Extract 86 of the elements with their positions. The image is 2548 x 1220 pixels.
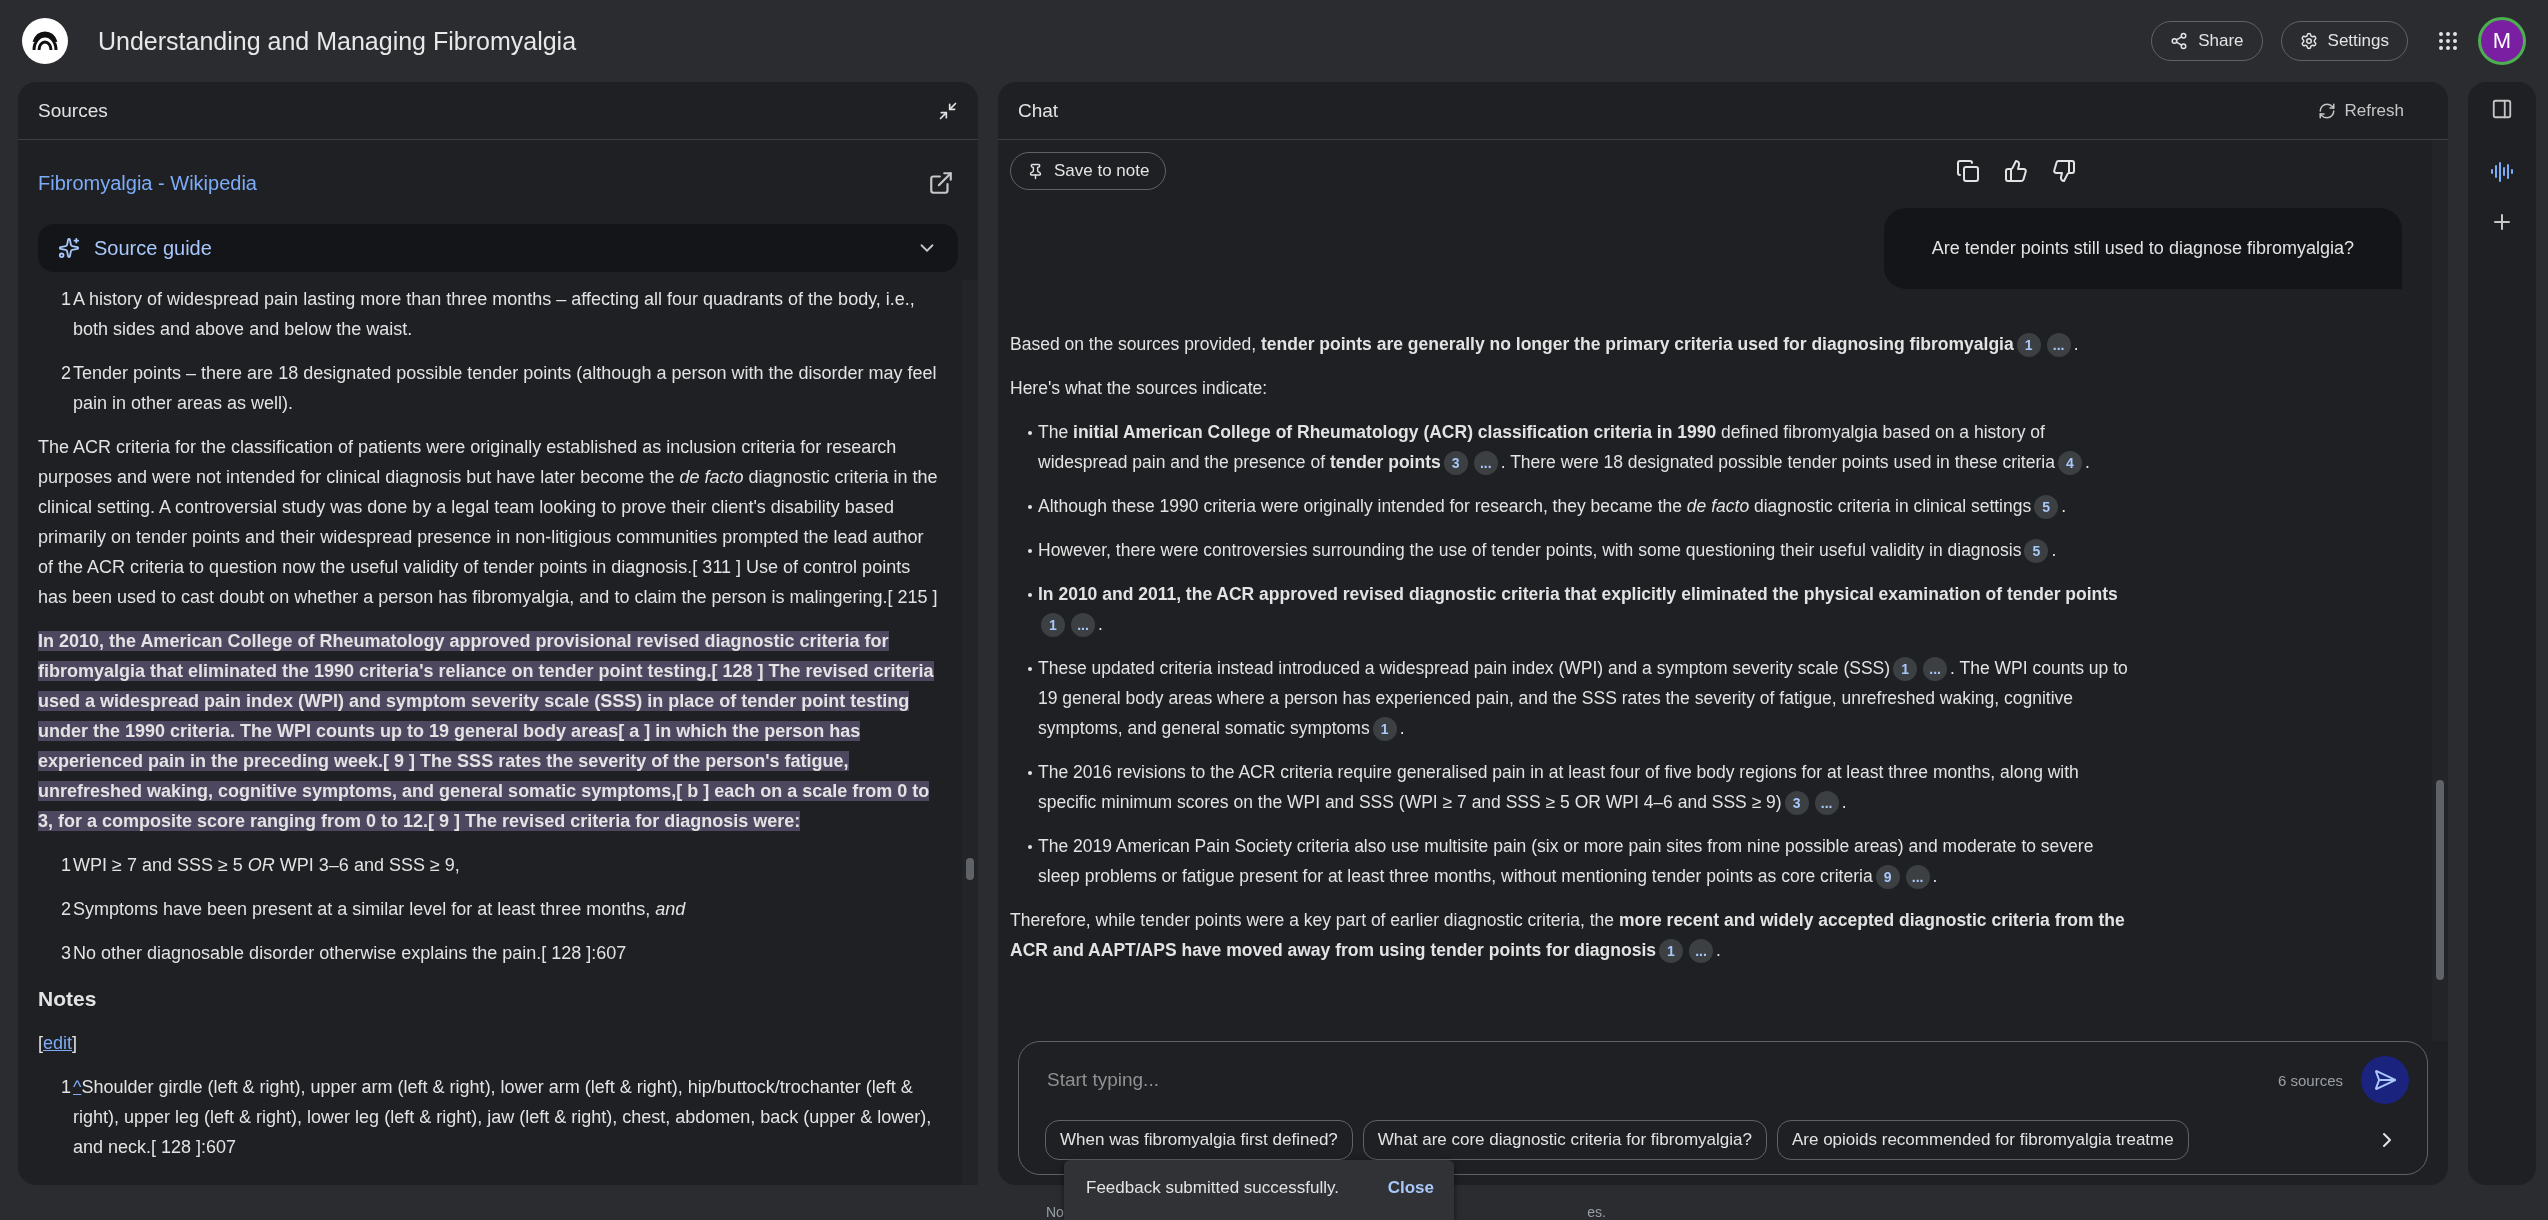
gear-icon	[2299, 32, 2318, 50]
list-number: 1	[60, 1076, 71, 1099]
list-item-text: WPI ≥ 7 and SSS ≥ 5 OR WPI 3–6 and SSS ≥ 9,	[73, 854, 460, 877]
note-text: ^Shoulder girdle (left & right), upper arm (left & right), lower arm (left & right), hip/buttock/trochanter (left & right), upper leg (left & right), lower leg (left & right), jaw (left & right), chest, abdomen, back (upper & lower), and neck.[ 128 ]:607	[73, 1076, 933, 1159]
share-icon	[2170, 32, 2189, 50]
panel-toggle-icon[interactable]	[2491, 98, 2513, 120]
answer-paragraph: Here's what the sources indicate:	[1010, 377, 1269, 400]
chat-input[interactable]: Start typing...	[1045, 1068, 2260, 1092]
citation-chip[interactable]: 1	[1372, 717, 1397, 742]
highlighted-paragraph: In 2010, the American College of Rheumatology approved provisional revised diagnostic criteria for fibromyalgia that eliminated the 1990 criteria's reliance on tender point testing.[ 128 ] The revised criteria used a widespread pain index (WPI) and symptom severity scale (SSS) in place of tender point testing under the 1990 criteria. The WPI counts up to 19 general body areas[ a ] in which the person has experienced pain in the preceding week.[ 9 ] The SSS rates the severity of the person's fatigue, unrefreshed waking, cognitive symptoms, and general somatic symptoms,[ b ] each on a scale from 0 to 3, for a composite score ranging from 0 to 12.[ 9 ] The revised criteria for diagnosis were:	[38, 630, 935, 833]
list-item-text: Tender points – there are 18 designated possible tender points (although a person with the disorder may feel pain in other areas as well).	[73, 362, 938, 415]
answer-paragraph: Therefore, while tender points were a key part of earlier diagnostic criteria, the more recent and widely accepted diagnostic criteria from the ACR and AAPT/APS have moved away from using tender points for diagnosis 1 ... .	[1010, 905, 2130, 965]
bullet-icon	[1028, 505, 1032, 509]
answer-paragraph: Although these 1990 criteria were originally intended for research, they became the de facto diagnostic criteria in clinical settings 5 .	[1038, 491, 2067, 521]
notebook-title: Understanding and Managing Fibromyalgia	[98, 26, 578, 56]
source-count: 6 sources	[2277, 1071, 2343, 1089]
apps-grid-icon[interactable]	[2436, 29, 2460, 53]
citation-chip[interactable]: ...	[1905, 865, 1930, 890]
bullet-icon	[1028, 845, 1032, 849]
source-link[interactable]: Fibromyalgia - Wikipedia	[38, 171, 257, 195]
logo-icon[interactable]	[22, 18, 68, 64]
collapse-icon[interactable]	[938, 100, 958, 121]
close-button[interactable]: Close	[1387, 1178, 1434, 1198]
citation-chip[interactable]: 4	[2057, 451, 2082, 476]
citation-chip[interactable]: 3	[1443, 451, 1468, 476]
list-number: 2	[60, 898, 71, 921]
list-number: 1	[60, 854, 71, 877]
audio-wave-icon[interactable]	[2490, 160, 2514, 184]
edit-line: [edit]	[38, 1032, 79, 1055]
pin-icon	[1027, 162, 1044, 180]
send-icon	[2373, 1068, 2397, 1092]
list-number: 2	[60, 362, 71, 385]
panel-title: Sources	[38, 99, 108, 122]
panel-title: Chat	[1018, 99, 1059, 122]
citation-chip[interactable]: ...	[1473, 451, 1498, 476]
bullet-icon	[1028, 667, 1032, 671]
send-button[interactable]	[2361, 1056, 2409, 1104]
sparkle-icon	[58, 237, 80, 259]
avatar[interactable]: M	[2478, 17, 2526, 65]
user-message: Are tender points still used to diagnose fibromyalgia?	[1883, 208, 2402, 289]
list-item-text: A history of widespread pain lasting more than three months – affecting all four quadrants of the body, i.e., both sides and above and below the waist.	[73, 288, 916, 341]
citation-chip[interactable]: 3	[1784, 791, 1809, 816]
answer-paragraph: Based on the sources provided, tender points are generally no longer the primary criteria used for diagnosing fibromyalgia 1 ... .	[1010, 329, 2130, 359]
answer-paragraph: In 2010 and 2011, the ACR approved revised diagnostic criteria that explicitly eliminated the physical examination of tender points 1 ... .	[1038, 579, 2130, 639]
list-number: 3	[60, 942, 71, 965]
citation-chip[interactable]: ...	[1689, 939, 1713, 964]
copy-icon[interactable]	[1956, 159, 1981, 183]
citation-chip[interactable]: ...	[1814, 791, 1839, 816]
citation-chip[interactable]: ...	[1071, 613, 1095, 638]
bullet-icon	[1028, 549, 1032, 553]
citation-chip[interactable]: 5	[2034, 495, 2059, 520]
footer-text: No	[1046, 1204, 1064, 1220]
refresh-icon	[2318, 101, 2337, 120]
bullet-icon	[1028, 771, 1032, 775]
list-item-text: No other diagnosable disorder otherwise explains the pain.[ 128 ]:607	[73, 942, 627, 965]
toast-message: Feedback submitted successfully.	[1086, 1178, 1339, 1198]
bullet-icon	[1028, 431, 1032, 435]
bullet-icon	[1028, 593, 1032, 597]
answer-paragraph: However, there were controversies surrounding the use of tender points, with some questioning their useful validity in diagnosis 5 .	[1038, 535, 2057, 565]
paragraph: The ACR criteria for the classification of patients were originally established as inclusion criteria for research purposes and were not intended for clinical diagnosis but have later become the de facto diagnostic criteria in the clinical setting. A controversial study was done by a legal team looking to prove their client's disability based primarily on tender points and their widespread presence in non-litigious communities prompted the lead author of the ACR criteria to question now the useful validity of tender points in diagnosis.[ 311 ] Use of control points has been used to cast doubt on whether a person has fibromyalgia, and to claim the person is malingering.[ 215 ]	[38, 436, 938, 609]
answer-paragraph: The initial American College of Rheumatology (ACR) classification criteria in 1990 defined fibromyalgia based on a history of widespread pain and the presence of tender points 3 ... . There were 18 designated possible tender points used in these criteria 4 .	[1038, 417, 2130, 477]
citation-chip[interactable]: 1	[1659, 939, 1683, 964]
answer-paragraph: These updated criteria instead introduced a widespread pain index (WPI) and a symptom severity scale (SSS) 1 ... . The WPI counts up to 19 general body areas where a person has experienced pain, and the SSS rates the severity of fatigue, unrefreshed waking, cognitive symptoms, and general somatic symptoms 1 .	[1038, 653, 2130, 743]
refresh-button[interactable]: Refresh	[2314, 96, 2408, 125]
answer-paragraph: The 2019 American Pain Society criteria also use multisite pain (six or more pain sites from nine possible areas) and moderate to severe sleep problems or fatigue present for at least three months, without mentioning tender points as core criteria 9 ... .	[1038, 831, 2130, 891]
section-heading: Notes	[38, 986, 98, 1012]
thumbs-down-icon[interactable]	[2052, 159, 2077, 183]
suggestion-chip[interactable]: Are opioids recommended for fibromyalgia treatme	[1776, 1120, 2189, 1160]
thumbs-up-icon[interactable]	[2004, 159, 2029, 183]
citation-chip[interactable]: ...	[1923, 657, 1948, 682]
back-link[interactable]: ^	[73, 1077, 82, 1097]
list-item-text: Symptoms have been present at a similar level for at least three months, and	[73, 898, 686, 921]
list-number: 1	[60, 288, 71, 311]
answer-paragraph: The 2016 revisions to the ACR criteria require generalised pain in at least four of five body regions for at least three months, along with specific minimum scores on the WPI and SSS (WPI ≥ 7 and SSS ≥ 5 OR WPI 4–6 and SSS ≥ 9) 3 ... .	[1038, 757, 2130, 817]
scrollbar-thumb[interactable]	[966, 858, 974, 880]
source-guide-toggle[interactable]: Source guide	[38, 224, 958, 272]
suggestion-chip[interactable]: What are core diagnostic criteria for fibromyalgia?	[1362, 1120, 1767, 1160]
citation-chip[interactable]: 1	[1893, 657, 1918, 682]
open-external-icon[interactable]	[928, 170, 954, 196]
citation-chip[interactable]: 5	[2024, 539, 2049, 564]
citation-chip[interactable]: ...	[2046, 333, 2071, 358]
footer-text: es.	[1587, 1204, 1606, 1220]
citation-chip[interactable]: 1	[1041, 613, 1065, 638]
scrollbar-thumb[interactable]	[2436, 780, 2444, 980]
citation-chip[interactable]: 1	[2016, 333, 2041, 358]
citation-chip[interactable]: 9	[1875, 865, 1900, 890]
